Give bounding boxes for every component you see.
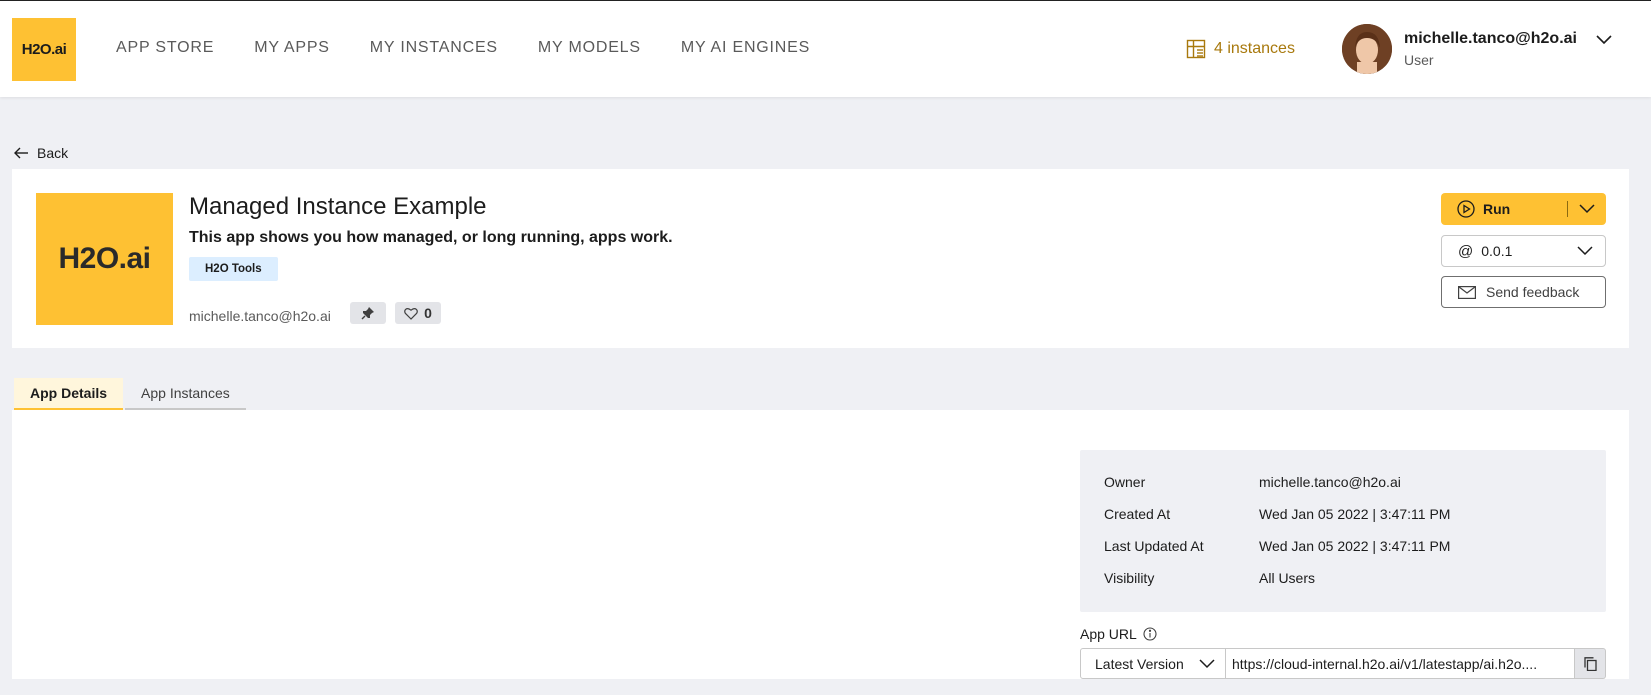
- instances-count: 4 instances: [1214, 40, 1295, 57]
- instances-link[interactable]: 4 instances: [1186, 39, 1295, 59]
- meta-value: Wed Jan 05 2022 | 3:47:11 PM: [1259, 538, 1451, 554]
- send-feedback-button[interactable]: Send feedback: [1441, 276, 1606, 308]
- meta-key: Last Updated At: [1104, 538, 1204, 554]
- copy-url-button[interactable]: [1575, 648, 1606, 679]
- meta-key: Created At: [1104, 506, 1171, 522]
- nav-my-models[interactable]: MY MODELS: [538, 39, 641, 57]
- meta-value: Wed Jan 05 2022 | 3:47:11 PM: [1259, 506, 1451, 522]
- pin-icon: [361, 307, 374, 320]
- top-header: H2O.ai APP STORE MY APPS MY INSTANCES MY…: [0, 0, 1651, 97]
- tab-app-instances[interactable]: App Instances: [125, 378, 246, 410]
- version-select[interactable]: @ 0.0.1: [1441, 235, 1606, 267]
- play-circle-icon: [1457, 200, 1475, 218]
- like-count: 0: [424, 305, 432, 321]
- back-link[interactable]: Back: [14, 145, 68, 161]
- metadata-box: Owner michelle.tanco@h2o.ai Created At W…: [1080, 450, 1606, 612]
- back-label: Back: [37, 145, 69, 161]
- copy-icon: [1583, 656, 1597, 671]
- app-logo: H2O.ai: [36, 193, 173, 325]
- app-url-label-text: App URL: [1080, 626, 1137, 642]
- tab-app-details[interactable]: App Details: [14, 378, 124, 410]
- category-tag[interactable]: H2O Tools: [189, 257, 278, 281]
- run-split-button: Run: [1441, 193, 1606, 225]
- info-icon[interactable]: [1143, 627, 1157, 641]
- user-avatar[interactable]: [1342, 24, 1392, 74]
- nav-my-instances[interactable]: MY INSTANCES: [370, 39, 498, 57]
- nav-my-apps[interactable]: MY APPS: [254, 39, 330, 57]
- app-url-field[interactable]: [1226, 648, 1575, 679]
- app-url-label: App URL: [1080, 626, 1157, 642]
- url-version-value: Latest Version: [1095, 655, 1184, 672]
- url-version-select[interactable]: Latest Version: [1080, 648, 1226, 679]
- meta-row-visibility: Visibility All Users: [1104, 570, 1315, 586]
- chevron-down-icon: [1199, 658, 1215, 668]
- meta-key: Owner: [1104, 474, 1146, 490]
- app-owner: michelle.tanco@h2o.ai: [189, 308, 331, 324]
- meta-row-owner: Owner michelle.tanco@h2o.ai: [1104, 474, 1401, 490]
- user-email: michelle.tanco@h2o.ai: [1404, 30, 1577, 47]
- h2o-logo[interactable]: H2O.ai: [12, 18, 76, 81]
- like-button[interactable]: 0: [395, 302, 441, 324]
- meta-key: Visibility: [1104, 570, 1155, 586]
- user-role: User: [1404, 52, 1434, 68]
- run-label: Run: [1483, 201, 1511, 217]
- run-button[interactable]: Run: [1441, 200, 1567, 218]
- nav-app-store[interactable]: APP STORE: [116, 39, 214, 57]
- run-options-chevron-icon[interactable]: [1568, 204, 1606, 214]
- meta-value: michelle.tanco@h2o.ai: [1259, 474, 1401, 490]
- user-menu-chevron-icon[interactable]: [1596, 32, 1612, 50]
- app-description: This app shows you how managed, or long …: [189, 229, 673, 246]
- mail-icon: [1458, 285, 1476, 299]
- version-value: 0.0.1: [1481, 243, 1513, 259]
- nav-my-ai-engines[interactable]: MY AI ENGINES: [681, 39, 810, 57]
- pin-button[interactable]: [350, 302, 386, 324]
- meta-row-updated: Last Updated At Wed Jan 05 2022 | 3:47:1…: [1104, 538, 1450, 554]
- app-title: Managed Instance Example: [189, 193, 487, 220]
- meta-value: All Users: [1259, 570, 1316, 586]
- app-header-card: H2O.ai Managed Instance Example This app…: [12, 169, 1629, 348]
- version-at-symbol: @: [1458, 242, 1474, 260]
- arrow-left-icon: [14, 147, 28, 159]
- app-details-panel: Owner michelle.tanco@h2o.ai Created At W…: [12, 410, 1629, 679]
- send-feedback-label: Send feedback: [1486, 284, 1580, 300]
- meta-row-created: Created At Wed Jan 05 2022 | 3:47:11 PM: [1104, 506, 1450, 522]
- main-nav: APP STORE MY APPS MY INSTANCES MY MODELS…: [116, 39, 850, 57]
- heart-icon: [404, 307, 418, 320]
- detail-tabs: App Details App Instances: [14, 378, 246, 410]
- chevron-down-icon: [1577, 246, 1593, 256]
- instances-grid-icon: [1186, 39, 1206, 59]
